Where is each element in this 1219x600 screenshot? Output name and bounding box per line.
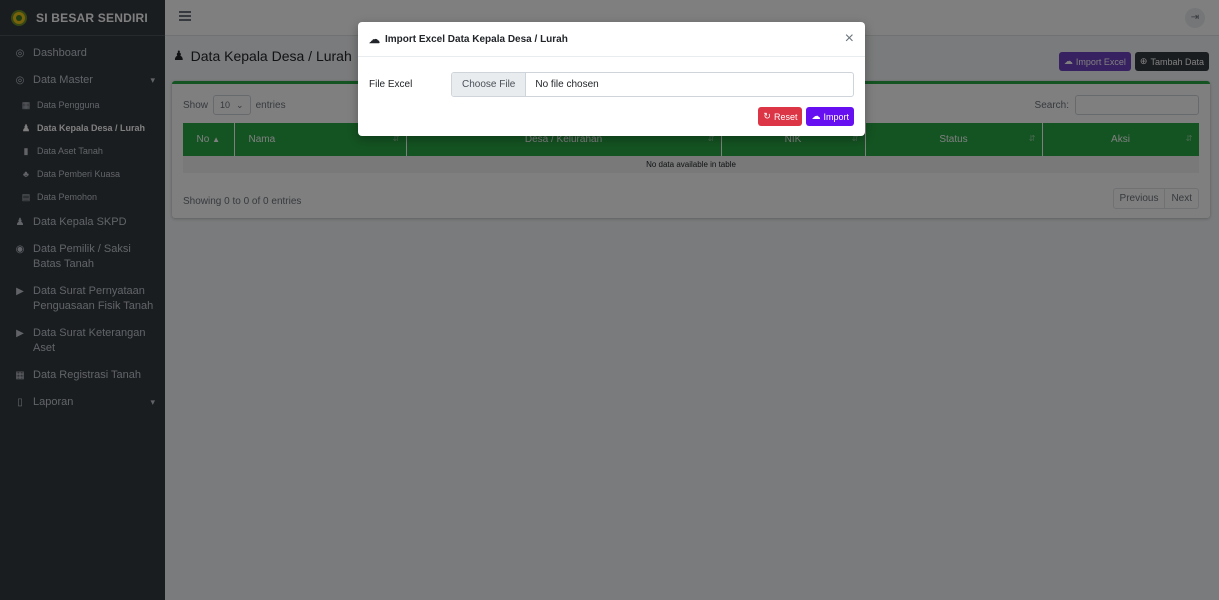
- modal-title-text: Import Excel Data Kepala Desa / Lurah: [385, 33, 568, 45]
- file-excel-row: File Excel Choose File No file chosen: [369, 72, 854, 97]
- cloud-upload-icon: ☁: [811, 111, 821, 121]
- refresh-icon: ↻: [763, 111, 771, 121]
- cloud-upload-icon: ☁: [369, 33, 380, 46]
- import-button[interactable]: ☁ Import: [806, 107, 854, 126]
- button-label: Reset: [773, 111, 798, 122]
- button-label: Import: [823, 111, 849, 122]
- file-excel-input[interactable]: Choose File No file chosen: [451, 72, 854, 97]
- import-excel-modal: ☁ Import Excel Data Kepala Desa / Lurah …: [358, 22, 865, 136]
- modal-title: ☁ Import Excel Data Kepala Desa / Lurah: [369, 33, 568, 46]
- no-file-text: No file chosen: [535, 79, 599, 90]
- choose-file-button[interactable]: Choose File: [452, 73, 527, 96]
- modal-actions: ↻ Reset ☁ Import: [758, 107, 854, 126]
- close-icon[interactable]: ×: [845, 31, 854, 47]
- file-excel-label: File Excel: [369, 79, 413, 90]
- modal-header: ☁ Import Excel Data Kepala Desa / Lurah …: [358, 22, 865, 57]
- reset-button[interactable]: ↻ Reset: [758, 107, 803, 126]
